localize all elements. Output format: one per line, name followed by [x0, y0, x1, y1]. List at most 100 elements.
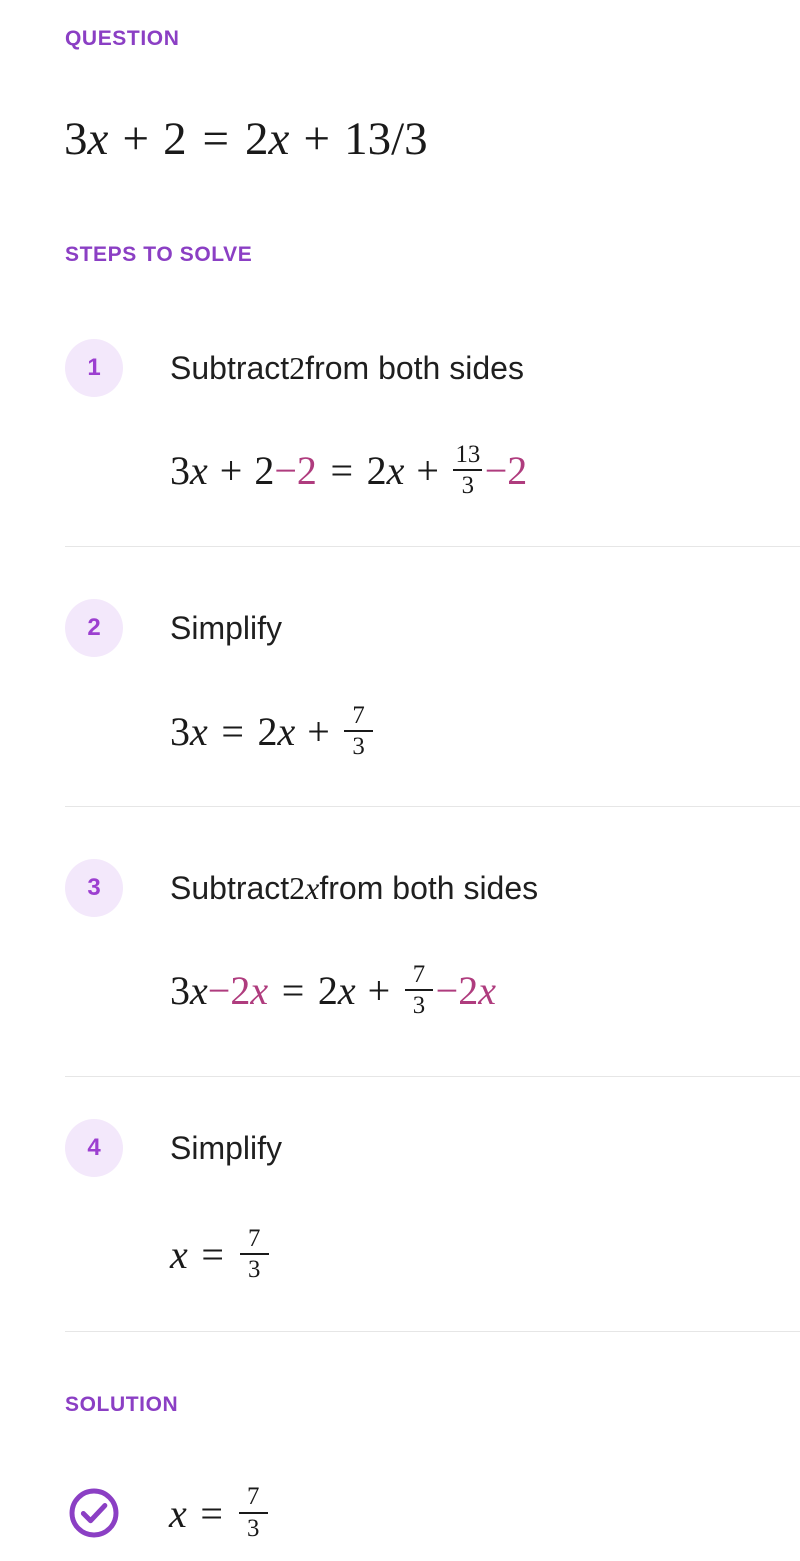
- question-header: QUESTION: [65, 27, 180, 50]
- divider-3: [65, 1076, 800, 1077]
- step-3-badge: 3: [65, 859, 123, 917]
- s3-sub-2: 2: [230, 967, 251, 1013]
- math-solver-page: QUESTION 3x + 2 = 2x + 13/3 STEPS TO SOL…: [0, 0, 800, 1561]
- s1-fraction-13-3: 13 3: [453, 440, 483, 499]
- s1-sub-2b: 2: [507, 447, 528, 493]
- step-4-number: 4: [87, 1134, 101, 1161]
- step-1-title-suffix: from both sides: [305, 349, 524, 386]
- s1-frac-bar: [453, 468, 483, 471]
- s2-rx: x: [277, 708, 296, 754]
- s1-2: 2: [254, 447, 275, 493]
- s1-frac-den: 3: [461, 471, 475, 499]
- s4-frac-den: 3: [248, 1255, 261, 1283]
- step-3-title: Subtract 2x from both sides: [170, 870, 538, 907]
- s1-3: 3: [170, 447, 190, 493]
- question-equation: 3x + 2 = 2x + 13/3: [64, 112, 428, 166]
- divider-2: [65, 806, 800, 807]
- step-3-number: 3: [87, 874, 101, 901]
- sol-frac-num: 7: [247, 1483, 260, 1511]
- s2-frac-num: 7: [352, 701, 365, 729]
- step-1-title-math: 2: [289, 349, 306, 386]
- q-var-x2: x: [268, 113, 290, 165]
- q-plus-1: +: [122, 113, 149, 165]
- s1-plus: +: [219, 447, 243, 493]
- s3-frac-num: 7: [412, 960, 426, 988]
- s2-frac-den: 3: [352, 732, 365, 760]
- step-2-number: 2: [87, 614, 101, 641]
- sol-fraction-7-3: 7 3: [238, 1483, 268, 1542]
- sol-var-x: x: [169, 1490, 187, 1536]
- s1-equals: =: [330, 447, 354, 493]
- step-2-title-row: 2 Simplify: [65, 599, 282, 657]
- step-3-title-row: 3 Subtract 2x from both sides: [65, 859, 538, 917]
- sol-frac-bar: [238, 1511, 268, 1514]
- step-3-title-var: x: [305, 869, 320, 906]
- sol-frac-den: 3: [247, 1514, 260, 1542]
- s4-fraction-7-3: 7 3: [239, 1224, 269, 1283]
- s2-r2: 2: [257, 708, 278, 754]
- s3-equals: =: [281, 967, 305, 1013]
- s3-plus: +: [367, 967, 391, 1013]
- q-plus-2: +: [303, 113, 331, 165]
- s3-rx: x: [337, 967, 356, 1013]
- step-3-equation: 3 x −2 x = 2x + 7 3 −2 x: [170, 960, 496, 1019]
- s1-minus-hl: −: [274, 447, 297, 493]
- check-circle-icon: [69, 1488, 119, 1538]
- s3-minus-hl2: −: [435, 967, 459, 1013]
- step-1-title: Subtract 2 from both sides: [170, 350, 524, 387]
- sol-equals: =: [200, 1490, 223, 1536]
- s3-3: 3: [170, 967, 190, 1013]
- s1-x: x: [190, 447, 208, 493]
- s4-frac-num: 7: [248, 1224, 261, 1252]
- q-const-2: 2: [163, 113, 187, 165]
- s3-sub-xb: x: [478, 967, 496, 1013]
- q-equals: =: [202, 113, 230, 165]
- step-4-title: Simplify: [170, 1130, 282, 1167]
- s3-sub-2b: 2: [458, 967, 479, 1013]
- step-1-badge: 1: [65, 339, 123, 397]
- s1-plus2: +: [416, 447, 439, 493]
- step-2-badge: 2: [65, 599, 123, 657]
- step-1-number: 1: [87, 354, 101, 381]
- step-2-equation: 3x = 2x + 7 3: [170, 701, 375, 760]
- step-2-title-prefix: Simplify: [170, 609, 283, 646]
- s4-frac-bar: [239, 1252, 269, 1255]
- s3-fraction-7-3: 7 3: [404, 960, 434, 1019]
- s1-rx: x: [386, 447, 405, 493]
- s3-sub-x: x: [250, 967, 269, 1013]
- step-1-equation: 3x + 2−2 = 2x + 13 3 −2: [170, 440, 528, 499]
- step-3-title-suffix: from both sides: [319, 869, 539, 906]
- step-3-title-coef: 2: [289, 869, 306, 906]
- q-coef-2: 2: [245, 113, 269, 165]
- step-1-title-row: 1 Subtract 2 from both sides: [65, 339, 524, 397]
- s3-x: x: [190, 967, 208, 1013]
- s1-minus-hl2: −: [484, 447, 508, 493]
- step-2-title: Simplify: [170, 610, 282, 647]
- s2-fraction-7-3: 7 3: [344, 701, 373, 760]
- step-3-title-prefix: Subtract: [170, 869, 290, 906]
- s3-frac-bar: [404, 988, 434, 991]
- q-coef-3: 3: [64, 113, 88, 165]
- q-fraction-inline: 13/3: [344, 113, 428, 165]
- solution-row: x = 7 3: [65, 1484, 270, 1542]
- s2-x: x: [190, 708, 208, 754]
- s2-3: 3: [170, 708, 190, 754]
- s3-minus-hl: −: [207, 967, 231, 1013]
- step-4-title-row: 4 Simplify: [65, 1119, 282, 1177]
- s2-frac-bar: [344, 729, 373, 732]
- s2-equals: =: [221, 708, 244, 754]
- steps-to-solve-header: STEPS TO SOLVE: [65, 243, 253, 266]
- s4-equals: =: [201, 1231, 224, 1277]
- step-1-title-prefix: Subtract: [170, 349, 290, 386]
- step-4-badge: 4: [65, 1119, 123, 1177]
- s2-plus: +: [307, 708, 330, 754]
- solution-equation: x = 7 3: [169, 1483, 270, 1542]
- step-4-title-prefix: Simplify: [170, 1129, 283, 1166]
- solution-header: SOLUTION: [65, 1393, 179, 1416]
- step-4-equation: x = 7 3: [170, 1224, 271, 1283]
- s1-r2: 2: [366, 447, 387, 493]
- s3-r2: 2: [317, 967, 338, 1013]
- divider-4: [65, 1331, 800, 1332]
- s3-frac-den: 3: [412, 991, 426, 1019]
- s1-frac-num: 13: [455, 440, 481, 468]
